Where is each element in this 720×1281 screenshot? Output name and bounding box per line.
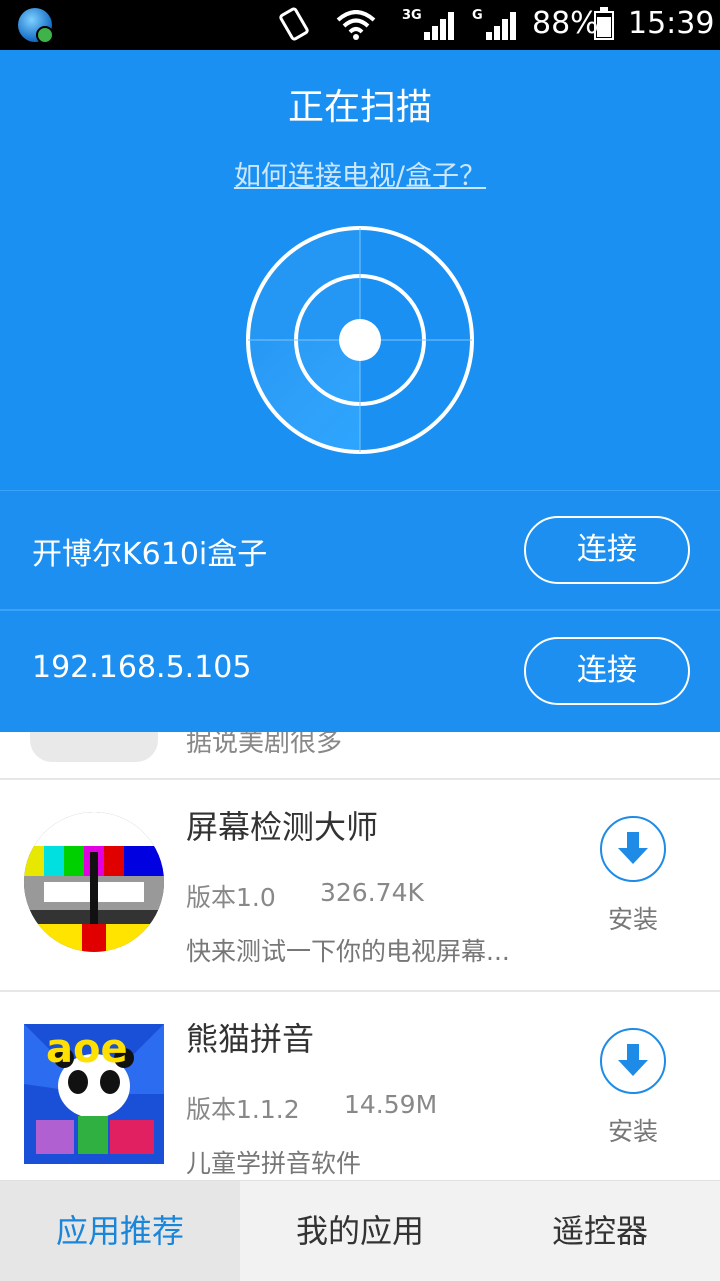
connect-button[interactable]: 连接	[524, 516, 690, 584]
device-row: 192.168.5.105 连接	[0, 612, 720, 730]
tab-my-apps[interactable]: 我的应用	[240, 1181, 480, 1281]
vibrate-icon	[277, 6, 311, 42]
signal-bars-icon	[424, 10, 460, 40]
download-button[interactable]	[600, 1028, 666, 1094]
radar-scan-icon	[246, 226, 474, 454]
bottom-tab-bar: 应用推荐 我的应用 遥控器	[0, 1180, 720, 1281]
connect-button[interactable]: 连接	[524, 637, 690, 705]
panda-pinyin-app-icon: aoe	[24, 1024, 164, 1164]
wifi-icon	[336, 10, 376, 40]
install-label[interactable]: 安装	[608, 900, 658, 936]
browser-globe-icon	[18, 8, 54, 44]
tab-remote-control[interactable]: 遥控器	[480, 1181, 720, 1281]
page-title: 正在扫描	[287, 87, 432, 128]
list-item[interactable]: aoe 熊猫拼音 版本1.1.2 14.59M 儿童学拼音软件 安装	[0, 992, 720, 1204]
download-arrow-icon	[618, 1044, 648, 1076]
tab-app-recommend[interactable]: 应用推荐	[0, 1181, 240, 1281]
download-button[interactable]	[600, 816, 666, 882]
device-row: 开博尔K610i盒子 连接	[0, 490, 720, 611]
install-label[interactable]: 安装	[608, 1112, 658, 1148]
app-version: 版本1.1.2	[186, 1095, 300, 1124]
help-link[interactable]: 如何连接电视/盒子？	[0, 154, 720, 193]
scan-panel: 正在扫描 如何连接电视/盒子？ 开博尔K610i盒子 连接 192.168.5.…	[0, 50, 720, 732]
network-type-1: 3G	[402, 8, 422, 23]
device-name: 开博尔K610i盒子	[32, 537, 268, 572]
app-description: 儿童学拼音软件	[186, 1149, 362, 1178]
device-name: 192.168.5.105	[32, 650, 252, 685]
panda-icon-text: aoe	[46, 1026, 128, 1072]
download-arrow-icon	[618, 832, 648, 864]
signal-bars-2-icon	[486, 10, 522, 40]
app-description: 快来测试一下你的电视屏幕...	[186, 937, 510, 966]
app-name: 屏幕检测大师	[186, 808, 379, 846]
battery-percent: 88%	[532, 6, 599, 41]
list-item[interactable]: 屏幕检测大师 版本1.0 326.74K 快来测试一下你的电视屏幕... 安装	[0, 780, 720, 992]
app-version: 版本1.0	[186, 883, 276, 912]
clock: 15:39	[628, 6, 715, 41]
app-name: 熊猫拼音	[186, 1020, 315, 1058]
app-size: 14.59M	[344, 1090, 438, 1119]
screen-test-app-icon	[24, 812, 164, 952]
battery-icon	[594, 7, 614, 40]
network-type-2: G	[472, 8, 483, 23]
status-bar: 3G G 88% 15:39	[0, 0, 720, 50]
app-size: 326.74K	[320, 878, 424, 907]
app-list: 据说美剧很多 屏幕检测大师 版本1.0 326.74K 快来测试一下你的电视屏幕…	[0, 700, 720, 1204]
